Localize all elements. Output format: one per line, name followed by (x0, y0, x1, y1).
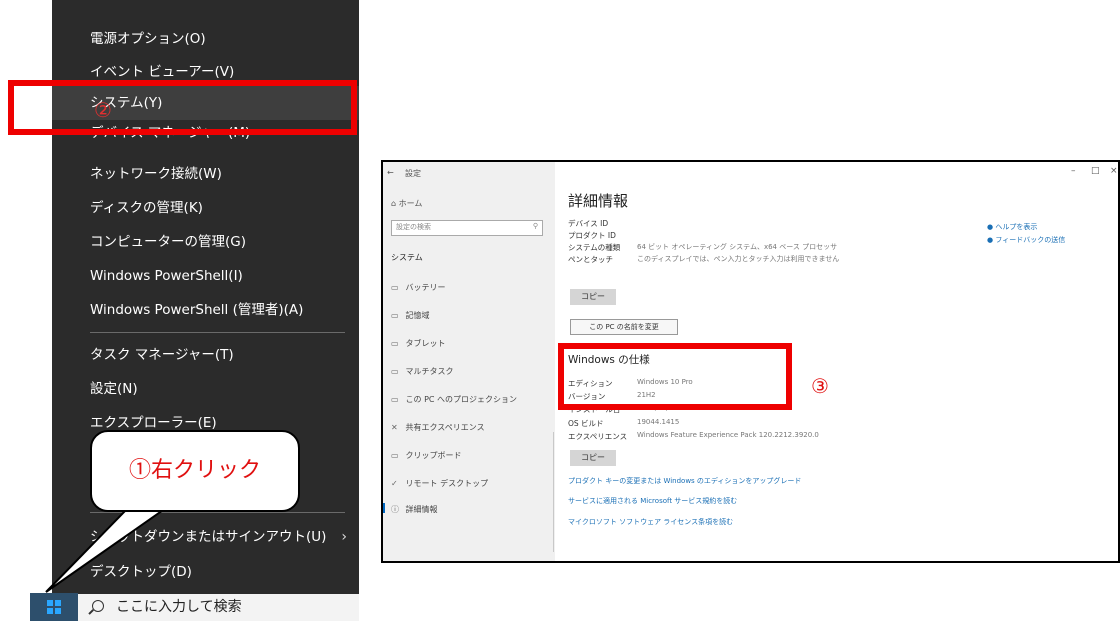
menu-item-computer-management[interactable]: コンピューターの管理(G) (52, 225, 359, 259)
menu-item-label: Windows PowerShell(I) (90, 268, 243, 284)
menu-item-label: コンピューターの管理(G) (90, 234, 246, 250)
link-label: フィードバックの送信 (995, 236, 1066, 244)
menu-item-task-manager[interactable]: タスク マネージャー(T) (52, 338, 359, 372)
home-icon: ⌂ (391, 199, 399, 208)
chevron-right-icon: › (341, 529, 347, 545)
nav-home[interactable]: ⌂ ホーム (391, 198, 422, 209)
taskbar-search-box[interactable]: ここに入力して検索 (78, 594, 359, 621)
settings-nav-pane: ← 設定 ⌂ ホーム 設定の検索 ⚲ システム ▭ バッテリー ▭ 記憶域 ▭ タ… (383, 162, 555, 561)
callout-right-click: ①右クリック (90, 430, 300, 512)
step2-marker: ② (94, 98, 112, 122)
menu-item-label: ネットワーク接続(W) (90, 166, 222, 182)
label-device-id: デバイス ID (568, 219, 609, 228)
nav-active-indicator (383, 503, 385, 513)
link-label: ヘルプを表示 (995, 223, 1038, 231)
menu-separator (90, 332, 345, 333)
info-icon: ⓘ (391, 505, 399, 514)
label-system-type: システムの種類 (568, 243, 621, 252)
nav-item-label: 記憶域 (405, 311, 430, 320)
menu-item-power-options[interactable]: 電源オプション(O) (52, 22, 359, 56)
settings-title: 設定 (405, 169, 421, 178)
link-feedback[interactable]: ● フィードバックの送信 (987, 235, 1065, 245)
nav-section-system: システム (391, 253, 423, 262)
link-license-terms[interactable]: マイクロソフト ソフトウェア ライセンス条項を読む (568, 517, 733, 527)
back-arrow-icon[interactable]: ← (387, 168, 394, 177)
value-system-type: 64 ビット オペレーティング システム、x64 ベース プロセッサ (637, 243, 838, 251)
nav-item-label: 詳細情報 (405, 505, 438, 514)
spec-label-os-build: OS ビルド (568, 419, 604, 428)
page-title: 詳細情報 (568, 192, 629, 210)
nav-item-shared-experiences[interactable]: ✕ 共有エクスペリエンス (391, 422, 485, 433)
copy-button[interactable]: コピー (570, 289, 616, 305)
multitasking-icon: ▭ (391, 367, 399, 376)
menu-item-label: ディスクの管理(K) (90, 200, 203, 216)
menu-item-label: デスクトップ(D) (90, 564, 192, 580)
nav-item-remote-desktop[interactable]: ✓ リモート デスクトップ (391, 478, 488, 489)
nav-item-label: クリップボード (405, 451, 462, 460)
shared-experiences-icon: ✕ (391, 423, 398, 432)
link-get-help[interactable]: ● ヘルプを表示 (987, 222, 1037, 232)
spec-label-experience: エクスペリエンス (568, 432, 628, 441)
nav-item-projection[interactable]: ▭ この PC へのプロジェクション (391, 394, 517, 405)
nav-home-label: ホーム (398, 199, 423, 208)
menu-item-label: イベント ビューアー(V) (90, 64, 235, 80)
nav-item-label: マルチタスク (405, 367, 454, 376)
menu-item-shutdown-signout[interactable]: シャットダウンまたはサインアウト(U) › (52, 520, 359, 554)
label-pen-touch: ペンとタッチ (568, 255, 613, 264)
close-icon[interactable]: × (1110, 166, 1118, 176)
menu-item-powershell-admin[interactable]: Windows PowerShell (管理者)(A) (52, 293, 359, 327)
tablet-icon: ▭ (391, 339, 399, 348)
menu-item-settings[interactable]: 設定(N) (52, 372, 359, 406)
spec-value-os-build: 19044.1415 (637, 418, 680, 426)
spec-value-experience: Windows Feature Experience Pack 120.2212… (637, 431, 819, 439)
menu-item-network-connections[interactable]: ネットワーク接続(W) (52, 157, 359, 191)
link-upgrade-edition[interactable]: プロダクト キーの変更または Windows のエディションをアップグレード (568, 476, 801, 486)
highlight-system-menu-item (8, 80, 357, 135)
settings-search-input[interactable]: 設定の検索 ⚲ (391, 220, 543, 236)
start-button[interactable] (30, 593, 78, 621)
windows-logo-icon (47, 600, 61, 614)
nav-item-battery[interactable]: ▭ バッテリー (391, 282, 446, 293)
nav-item-label: この PC へのプロジェクション (405, 395, 518, 404)
menu-item-label: タスク マネージャー(T) (90, 347, 234, 363)
menu-item-desktop[interactable]: デスクトップ(D) (52, 555, 359, 589)
nav-item-storage[interactable]: ▭ 記憶域 (391, 310, 430, 321)
highlight-windows-specs (558, 343, 792, 410)
label-product-id: プロダクト ID (568, 231, 616, 240)
nav-item-multitasking[interactable]: ▭ マルチタスク (391, 366, 454, 377)
menu-item-label: 電源オプション(O) (90, 31, 206, 47)
storage-icon: ▭ (391, 311, 399, 320)
menu-item-label: エクスプローラー(E) (90, 415, 217, 431)
value-pen-touch: このディスプレイでは、ペン入力とタッチ入力は利用できません (637, 255, 840, 263)
nav-item-label: バッテリー (405, 283, 446, 292)
projection-icon: ▭ (391, 395, 399, 404)
nav-item-label: リモート デスクトップ (405, 479, 489, 488)
menu-item-disk-management[interactable]: ディスクの管理(K) (52, 191, 359, 225)
nav-item-tablet[interactable]: ▭ タブレット (391, 338, 446, 349)
copy-spec-button[interactable]: コピー (570, 450, 616, 466)
search-placeholder: 設定の検索 (396, 223, 431, 231)
minimize-icon[interactable]: – (1071, 166, 1076, 176)
battery-icon: ▭ (391, 283, 399, 292)
link-service-agreement[interactable]: サービスに適用される Microsoft サービス規約を読む (568, 496, 737, 506)
nav-item-about[interactable]: ⓘ 詳細情報 (391, 504, 438, 515)
nav-item-clipboard[interactable]: ▭ クリップボード (391, 450, 462, 461)
search-icon: ⚲ (532, 222, 538, 230)
nav-scrollbar[interactable] (553, 432, 554, 552)
step3-marker: ③ (811, 374, 829, 398)
menu-separator (90, 512, 345, 513)
search-icon (92, 600, 104, 612)
nav-item-label: 共有エクスペリエンス (405, 423, 485, 432)
maximize-icon[interactable]: □ (1091, 166, 1100, 176)
remote-desktop-icon: ✓ (391, 479, 398, 488)
nav-item-label: タブレット (405, 339, 446, 348)
search-placeholder: ここに入力して検索 (116, 599, 242, 615)
menu-item-label: シャットダウンまたはサインアウト(U) (90, 529, 327, 545)
clipboard-icon: ▭ (391, 451, 399, 460)
menu-item-label: Windows PowerShell (管理者)(A) (90, 302, 304, 318)
rename-pc-button[interactable]: この PC の名前を変更 (570, 319, 678, 335)
menu-item-powershell[interactable]: Windows PowerShell(I) (52, 259, 359, 293)
menu-item-label: 設定(N) (90, 381, 138, 397)
